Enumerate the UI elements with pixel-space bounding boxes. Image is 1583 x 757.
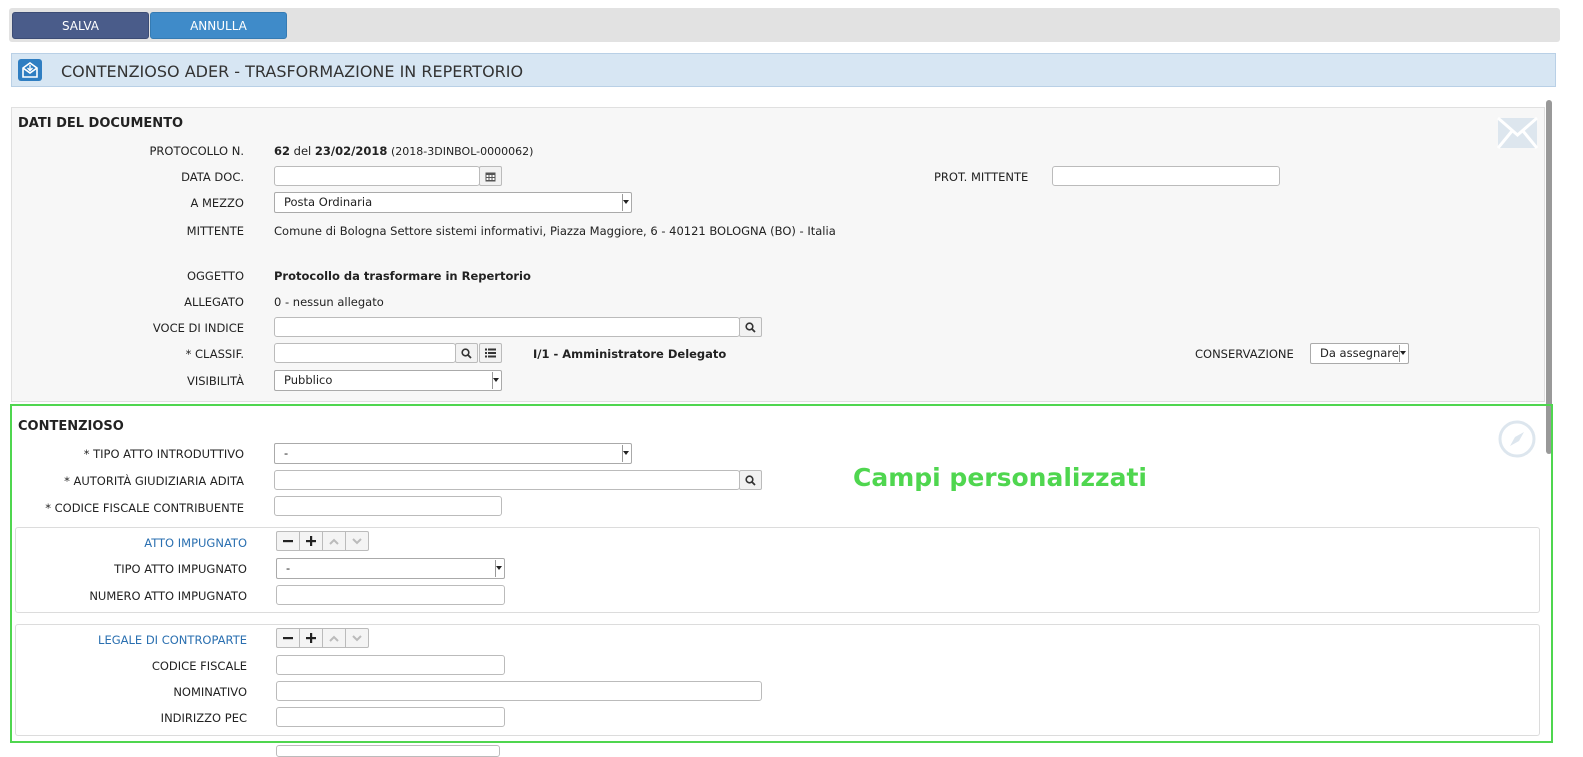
- oggetto-label: OGGETTO: [186, 269, 244, 283]
- data-doc-input[interactable]: [274, 166, 480, 186]
- compass-icon: [1497, 419, 1537, 462]
- tipo-atto-introduttivo-select[interactable]: -: [274, 443, 632, 464]
- codice-fiscale-contribuente-input[interactable]: [274, 496, 502, 516]
- codice-fiscale-label: CODICE FISCALE: [151, 659, 247, 673]
- protocollo-data: 23/02/2018: [314, 144, 388, 158]
- mittente-label: MITTENTE: [186, 224, 244, 238]
- protocollo-numero: 62: [274, 144, 291, 158]
- conservazione-label: CONSERVAZIONE: [1195, 347, 1294, 361]
- chevron-down-icon: [622, 445, 630, 462]
- visibilita-value: Pubblico: [284, 373, 333, 387]
- contenzioso-title: CONTENZIOSO: [18, 419, 124, 434]
- autorita-input[interactable]: [274, 470, 740, 490]
- voce-indice-input[interactable]: [274, 317, 740, 337]
- chevron-up-icon[interactable]: [322, 628, 346, 648]
- voce-indice-label: VOCE DI INDICE: [152, 321, 244, 335]
- classif-label: * CLASSIF.: [185, 347, 244, 361]
- chevron-down-icon: [1399, 345, 1407, 362]
- atto-impugnato-label: ATTO IMPUGNATO: [144, 536, 247, 550]
- autorita-label: * AUTORITÀ GIUDIZIARIA ADITA: [64, 474, 244, 488]
- tipo-atto-impugnato-label: TIPO ATTO IMPUGNATO: [114, 562, 247, 576]
- legale-controls: [276, 628, 369, 648]
- tipo-atto-impugnato-value: -: [286, 561, 291, 575]
- conservazione-select[interactable]: Da assegnare: [1310, 343, 1409, 364]
- tipo-atto-introduttivo-label: * TIPO ATTO INTRODUTTIVO: [83, 447, 244, 461]
- remove-button[interactable]: [276, 628, 300, 648]
- chevron-down-icon: [622, 194, 630, 211]
- custom-fields-annotation: Campi personalizzati: [853, 463, 1147, 492]
- a-mezzo-label: A MEZZO: [190, 196, 244, 210]
- document-data-title: DATI DEL DOCUMENTO: [18, 116, 184, 131]
- chevron-up-icon[interactable]: [322, 531, 346, 551]
- codice-fiscale-contribuente-label: * CODICE FISCALE CONTRIBUENTE: [45, 501, 244, 515]
- indirizzo-pec-input[interactable]: [276, 707, 505, 727]
- a-mezzo-select[interactable]: Posta Ordinaria: [274, 192, 632, 213]
- prot-mittente-label: PROT. MITTENTE: [934, 170, 1029, 184]
- numero-atto-impugnato-label: NUMERO ATTO IMPUGNATO: [89, 589, 247, 603]
- chevron-down-icon: [492, 372, 500, 389]
- search-icon[interactable]: [455, 343, 478, 363]
- list-icon[interactable]: [479, 343, 502, 363]
- classif-input[interactable]: [274, 343, 456, 363]
- protocollo-codice: (2018-3DINBOL-0000062): [390, 145, 534, 158]
- tipo-atto-impugnato-select[interactable]: -: [276, 558, 505, 579]
- visibilita-select[interactable]: Pubblico: [274, 370, 502, 391]
- add-button[interactable]: [299, 628, 323, 648]
- nominativo-input[interactable]: [276, 681, 762, 701]
- allegato-label: ALLEGATO: [184, 295, 244, 309]
- allegato-value: 0 - nessun allegato: [274, 295, 384, 309]
- remove-button[interactable]: [276, 531, 300, 551]
- oggetto-value: Protocollo da trasformare in Repertorio: [274, 269, 531, 283]
- protocollo-value: 62 del 23/02/2018 (2018-3DINBOL-0000062): [274, 144, 533, 158]
- data-doc-label: DATA DOC.: [181, 170, 244, 184]
- prot-mittente-input[interactable]: [1052, 166, 1280, 186]
- next-field-input[interactable]: [276, 745, 500, 757]
- protocollo-del: del: [293, 144, 312, 158]
- a-mezzo-value: Posta Ordinaria: [284, 195, 373, 209]
- cancel-button[interactable]: ANNULLA: [150, 12, 287, 39]
- add-button[interactable]: [299, 531, 323, 551]
- tipo-atto-introduttivo-value: -: [284, 446, 289, 460]
- page-title: CONTENZIOSO ADER - TRASFORMAZIONE IN REP…: [61, 62, 524, 81]
- atto-impugnato-controls: [276, 531, 369, 551]
- classif-description: I/1 - Amministratore Delegato: [533, 347, 727, 361]
- page-header: CONTENZIOSO ADER - TRASFORMAZIONE IN REP…: [11, 53, 1556, 87]
- search-icon[interactable]: [739, 470, 762, 490]
- chevron-down-icon: [495, 560, 503, 577]
- chevron-down-icon[interactable]: [345, 531, 369, 551]
- search-icon[interactable]: [739, 317, 762, 337]
- nominativo-label: NOMINATIVO: [173, 685, 247, 699]
- chevron-down-icon[interactable]: [345, 628, 369, 648]
- numero-atto-impugnato-input[interactable]: [276, 585, 505, 605]
- inbox-icon: [18, 59, 42, 81]
- scrollbar[interactable]: [1546, 100, 1552, 454]
- mittente-value: Comune di Bologna Settore sistemi inform…: [274, 224, 836, 238]
- protocollo-label: PROTOCOLLO N.: [149, 144, 244, 158]
- visibilita-label: VISIBILITÀ: [186, 374, 244, 388]
- save-button[interactable]: SALVA: [12, 12, 149, 39]
- toolbar: SALVA ANNULLA: [9, 8, 1560, 42]
- conservazione-value: Da assegnare: [1320, 346, 1399, 360]
- indirizzo-pec-label: INDIRIZZO PEC: [160, 711, 247, 725]
- calendar-icon[interactable]: [479, 166, 502, 186]
- codice-fiscale-input[interactable]: [276, 655, 505, 675]
- envelope-icon: [1496, 116, 1539, 153]
- legale-label: LEGALE DI CONTROPARTE: [98, 633, 247, 647]
